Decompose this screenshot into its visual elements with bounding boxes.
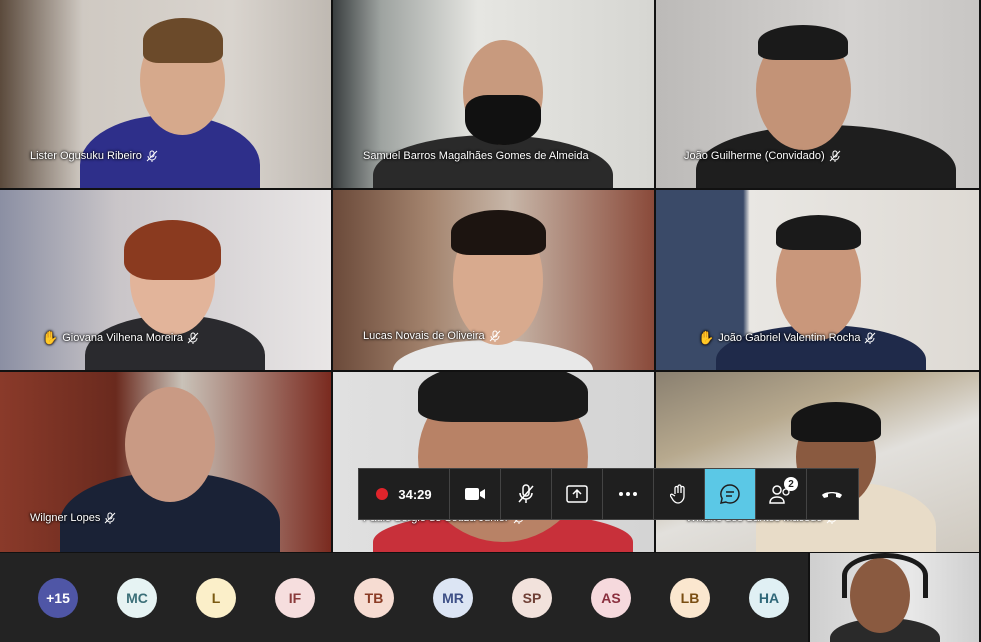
video-tile-9[interactable]: Willane dos Santos Macedo bbox=[656, 372, 979, 552]
camera-button[interactable] bbox=[450, 469, 501, 519]
avatar-initials: LB bbox=[680, 590, 700, 606]
video-tile-1[interactable]: Lister Ogusuku Ribeiro bbox=[0, 0, 331, 188]
avatar-mr[interactable]: MR bbox=[433, 578, 473, 618]
participant-name: João Guilherme (Convidado) bbox=[684, 150, 841, 162]
participant-name: Samuel Barros Magalhães Gomes de Almeida bbox=[363, 150, 589, 162]
video-tile-6[interactable]: ✋ João Gabriel Valentim Rocha bbox=[656, 190, 979, 370]
more-actions-button[interactable] bbox=[603, 469, 654, 519]
avatar-initials: IF bbox=[288, 590, 302, 606]
mute-button[interactable] bbox=[501, 469, 552, 519]
participants-button[interactable]: 2 bbox=[756, 469, 807, 519]
share-screen-icon bbox=[566, 485, 588, 503]
video-tile-5[interactable]: Lucas Novais de Oliveira bbox=[333, 190, 654, 370]
participant-hair bbox=[758, 25, 848, 60]
more-participants-count: +15 bbox=[46, 590, 70, 606]
meeting-controls: 34:29 2 bbox=[358, 468, 859, 520]
video-tile-2[interactable]: Samuel Barros Magalhães Gomes de Almeida bbox=[333, 0, 654, 188]
participant-name: Lucas Novais de Oliveira bbox=[363, 330, 501, 342]
participant-name: Lister Ogusuku Ribeiro bbox=[30, 150, 158, 162]
participant-name: ✋ Giovana Vilhena Moreira bbox=[42, 330, 199, 346]
mic-off-icon bbox=[187, 332, 199, 344]
hang-up-icon bbox=[822, 492, 842, 498]
raise-hand-icon: ✋ bbox=[42, 330, 59, 345]
participant-name-text: Samuel Barros Magalhães Gomes de Almeida bbox=[363, 150, 589, 162]
video-tile-4[interactable]: ✋ Giovana Vilhena Moreira bbox=[0, 190, 331, 370]
mic-off-icon bbox=[146, 150, 158, 162]
timer-text: 34:29 bbox=[398, 486, 432, 502]
video-tile-7[interactable]: Wilgner Lopes bbox=[0, 372, 331, 552]
record-icon bbox=[376, 488, 389, 500]
avatar-tb[interactable]: TB bbox=[354, 578, 394, 618]
recording-timer: 34:29 bbox=[359, 469, 450, 519]
more-participants-button[interactable]: +15 bbox=[38, 578, 78, 618]
participant-hair bbox=[791, 402, 881, 442]
mic-off-icon bbox=[104, 512, 116, 524]
share-screen-button[interactable] bbox=[552, 469, 603, 519]
mic-off-icon bbox=[489, 330, 501, 342]
participant-hair bbox=[776, 215, 861, 250]
video-tile-8[interactable]: Paulo Sergio de Souza Junior bbox=[333, 372, 654, 552]
avatar-ha[interactable]: HA bbox=[749, 578, 789, 618]
video-tile-3[interactable]: João Guilherme (Convidado) bbox=[656, 0, 979, 188]
avatar-initials: MC bbox=[126, 590, 148, 606]
mic-off-icon bbox=[865, 332, 876, 344]
avatar-mc[interactable]: MC bbox=[117, 578, 157, 618]
participant-name: Wilgner Lopes bbox=[30, 512, 116, 524]
participant-silhouette bbox=[125, 387, 215, 502]
avatar-if[interactable]: IF bbox=[275, 578, 315, 618]
avatar-initials: MR bbox=[442, 590, 464, 606]
avatar-initials: L bbox=[211, 590, 221, 606]
participant-name-text: João Guilherme (Convidado) bbox=[684, 150, 825, 162]
mic-off-icon bbox=[518, 484, 534, 503]
avatar-initials: TB bbox=[364, 590, 384, 606]
avatar-sp[interactable]: SP bbox=[512, 578, 552, 618]
participants-count-badge: 2 bbox=[784, 477, 798, 491]
avatar-initials: SP bbox=[522, 590, 542, 606]
participant-hair bbox=[418, 372, 588, 422]
participant-name-text: Wilgner Lopes bbox=[30, 512, 101, 524]
participant-hair bbox=[124, 220, 221, 280]
headphones-icon bbox=[842, 553, 928, 598]
avatar-lb[interactable]: LB bbox=[670, 578, 710, 618]
participant-name: ✋ João Gabriel Valentim Rocha bbox=[698, 330, 876, 346]
participant-mask bbox=[465, 95, 541, 145]
participant-hair bbox=[451, 210, 546, 255]
avatar-initials: AS bbox=[601, 590, 621, 606]
chat-icon bbox=[719, 484, 740, 504]
participant-name-text: Giovana Vilhena Moreira bbox=[62, 332, 184, 344]
participant-hair bbox=[143, 18, 223, 63]
video-camera-icon bbox=[465, 488, 485, 500]
avatar-as[interactable]: AS bbox=[591, 578, 631, 618]
raise-hand-icon: ✋ bbox=[698, 330, 715, 345]
more-icon bbox=[619, 492, 637, 496]
raise-hand-button[interactable] bbox=[654, 469, 705, 519]
mic-off-icon bbox=[829, 150, 840, 162]
participant-name-text: Lister Ogusuku Ribeiro bbox=[30, 150, 142, 162]
self-view-video[interactable] bbox=[810, 553, 979, 642]
participant-name-text: Lucas Novais de Oliveira bbox=[363, 330, 485, 342]
participant-name-text: João Gabriel Valentim Rocha bbox=[718, 332, 861, 344]
avatar-l[interactable]: L bbox=[196, 578, 236, 618]
hang-up-button[interactable] bbox=[807, 469, 857, 519]
raise-hand-icon bbox=[670, 484, 685, 504]
avatar-initials: HA bbox=[758, 590, 780, 606]
chat-button[interactable] bbox=[705, 469, 756, 519]
